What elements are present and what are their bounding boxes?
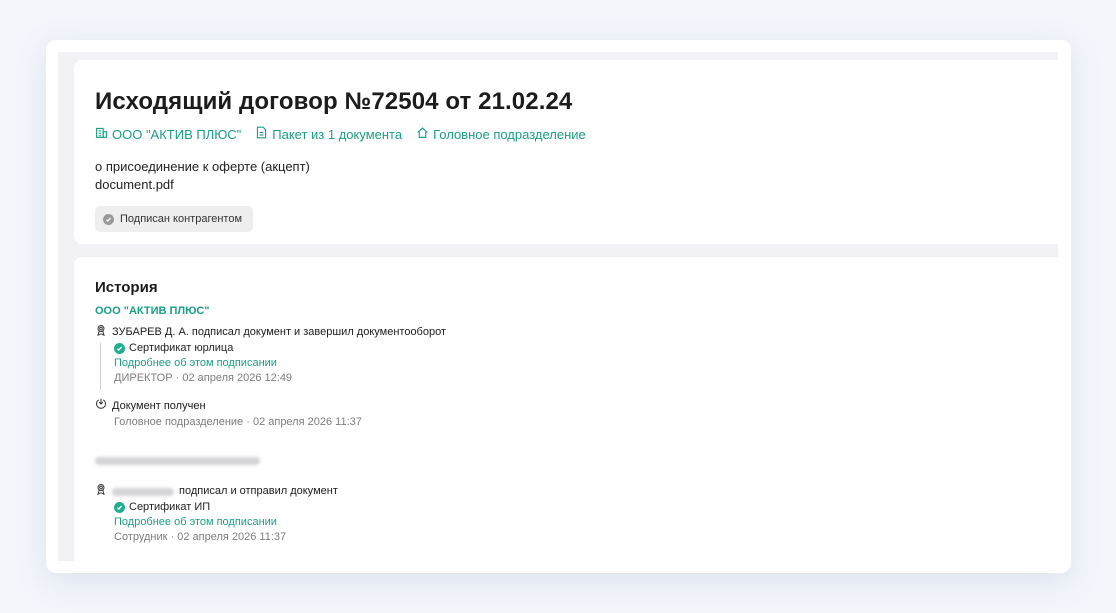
home-icon [416,126,429,142]
certificate-label: Сертификат юрлица [129,342,234,354]
award-icon [95,324,107,341]
document-card: Исходящий договор №72504 от 21.02.24 ООО… [74,60,1058,244]
document-description: о присоединение к оферте (акцепт) docume… [95,158,310,194]
history-event: Документ получен Головное подразделение … [95,398,362,430]
status-badge: Подписан контрагентом [95,206,254,232]
app-window: Исходящий договор №72504 от 21.02.24 ООО… [46,40,1071,573]
event-text: Документ получен [112,400,206,412]
event-meta: Головное подразделение · 02 апреля 2026 … [114,416,362,428]
history-organization[interactable]: ООО "АКТИВ ПЛЮС" [95,305,209,317]
event-text: подписал и отправил документ [179,485,338,497]
check-circle-icon [103,213,114,225]
division-label: Головное подразделение [433,126,586,142]
history-event: ЗУБАРЕВ Д. А. подписал документ и заверш… [95,324,447,390]
organization-label: ООО "АКТИВ ПЛЮС" [112,126,242,142]
redacted-organization [95,454,260,469]
division-link[interactable]: Головное подразделение [416,126,586,142]
organization-link[interactable]: ООО "АКТИВ ПЛЮС" [95,126,241,142]
history-title: История [95,279,158,296]
status-text: Подписан контрагентом [120,213,243,225]
building-icon [95,126,108,142]
check-circle-icon [114,343,125,354]
history-event: подписал и отправил документ Сертификат … [95,483,338,545]
event-text: ЗУБАРЕВ Д. А. подписал документ и заверш… [112,326,447,338]
certificate-label: Сертификат ИП [129,501,211,513]
certificate: Сертификат ИП [114,500,338,515]
signature-details-link[interactable]: Подробнее об этом подписании [114,515,338,530]
file-name[interactable]: document.pdf [95,176,310,194]
history-card: История ООО "АКТИВ ПЛЮС" ЗУБАРЕВ Д. А. п… [74,257,1058,561]
description-text: о присоединение к оферте (акцепт) [95,159,310,174]
event-meta: ДИРЕКТОР · 02 апреля 2026 12:49 [114,372,293,384]
check-circle-icon [114,502,125,513]
document-meta: ООО "АКТИВ ПЛЮС" Пакет из 1 документа Го… [95,126,586,142]
redacted-signer [112,487,174,496]
document-icon [255,126,268,142]
package-link[interactable]: Пакет из 1 документа [255,126,402,142]
redacted-text [95,457,260,466]
page-title: Исходящий договор №72504 от 21.02.24 [95,88,573,115]
event-meta: Сотрудник · 02 апреля 2026 11:37 [114,531,287,543]
package-label: Пакет из 1 документа [272,126,403,142]
timeline-line [100,343,101,390]
certificate: Сертификат юрлица [114,341,446,356]
receive-icon [95,398,107,415]
content-area: Исходящий договор №72504 от 21.02.24 ООО… [58,52,1058,561]
award-icon [95,483,107,500]
signature-details-link[interactable]: Подробнее об этом подписании [114,356,446,371]
